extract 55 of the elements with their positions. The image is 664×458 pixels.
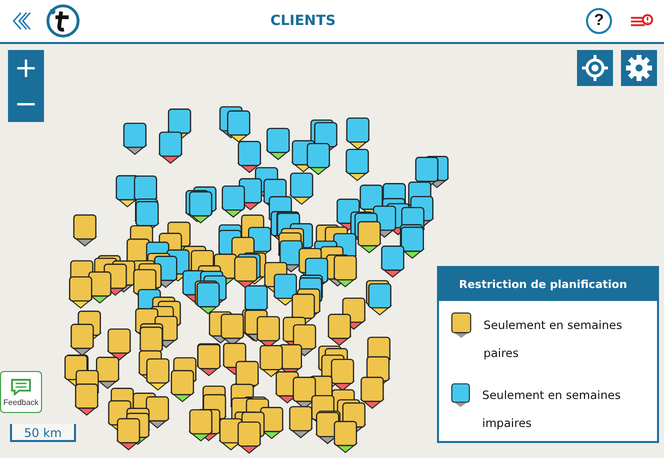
map-marker[interactable] — [400, 226, 425, 259]
page-title: CLIENTS — [269, 13, 337, 29]
map-marker[interactable] — [367, 283, 392, 316]
map-marker[interactable] — [236, 421, 262, 454]
map-marker[interactable] — [145, 358, 170, 391]
scale-bar: 50 km — [10, 424, 76, 442]
map-marker[interactable] — [196, 282, 221, 314]
legend-label: Seulement en semaines impaires — [482, 387, 622, 432]
map-marker[interactable] — [360, 376, 385, 410]
map-marker[interactable] — [290, 294, 316, 326]
map-marker[interactable] — [345, 117, 370, 150]
map-marker[interactable] — [116, 418, 141, 450]
map-marker[interactable] — [306, 142, 331, 176]
map-marker[interactable] — [330, 358, 355, 392]
map-marker[interactable] — [344, 148, 370, 182]
chat-icon — [10, 378, 32, 396]
map-marker[interactable] — [332, 255, 358, 288]
map-marker[interactable] — [292, 376, 317, 409]
map-marker[interactable] — [356, 221, 382, 254]
map-marker[interactable] — [72, 214, 98, 247]
map-marker[interactable] — [289, 172, 314, 205]
map-marker[interactable] — [288, 406, 314, 438]
settings-button[interactable] — [621, 50, 657, 86]
map-marker[interactable] — [188, 191, 214, 224]
map-marker[interactable] — [237, 140, 262, 174]
settings-icon — [624, 53, 654, 83]
crosshair-icon — [580, 53, 610, 83]
map-marker[interactable] — [106, 328, 132, 361]
map-marker[interactable] — [333, 420, 358, 454]
double-chevron-left-icon[interactable] — [10, 10, 32, 32]
map-marker[interactable] — [158, 132, 183, 164]
map-marker[interactable] — [220, 185, 246, 218]
help-button[interactable]: ? — [586, 8, 612, 34]
map-marker[interactable] — [167, 108, 192, 141]
map-marker[interactable] — [74, 384, 100, 416]
map-marker[interactable] — [68, 276, 93, 309]
map-marker[interactable] — [327, 314, 352, 346]
map-marker[interactable] — [122, 122, 148, 155]
map-marker[interactable] — [266, 128, 291, 160]
map-marker[interactable] — [233, 256, 258, 289]
map-marker[interactable] — [226, 110, 252, 143]
locate-button[interactable] — [577, 50, 613, 86]
legend-title: Restriction de planification — [439, 268, 657, 301]
legend-label: Seulement en semaines paires — [484, 317, 624, 362]
map-marker[interactable] — [188, 409, 214, 442]
map-marker[interactable] — [170, 370, 195, 402]
map-marker[interactable] — [70, 324, 95, 356]
map-marker[interactable] — [258, 345, 284, 378]
logo-icon — [46, 4, 80, 38]
zoom-in-button[interactable]: + — [8, 50, 44, 86]
map-marker[interactable] — [196, 344, 222, 376]
feedback-button[interactable]: Feedback — [0, 371, 42, 413]
map-marker[interactable] — [220, 314, 245, 346]
map-marker[interactable] — [380, 246, 406, 278]
zoom-out-button[interactable]: − — [8, 86, 44, 122]
